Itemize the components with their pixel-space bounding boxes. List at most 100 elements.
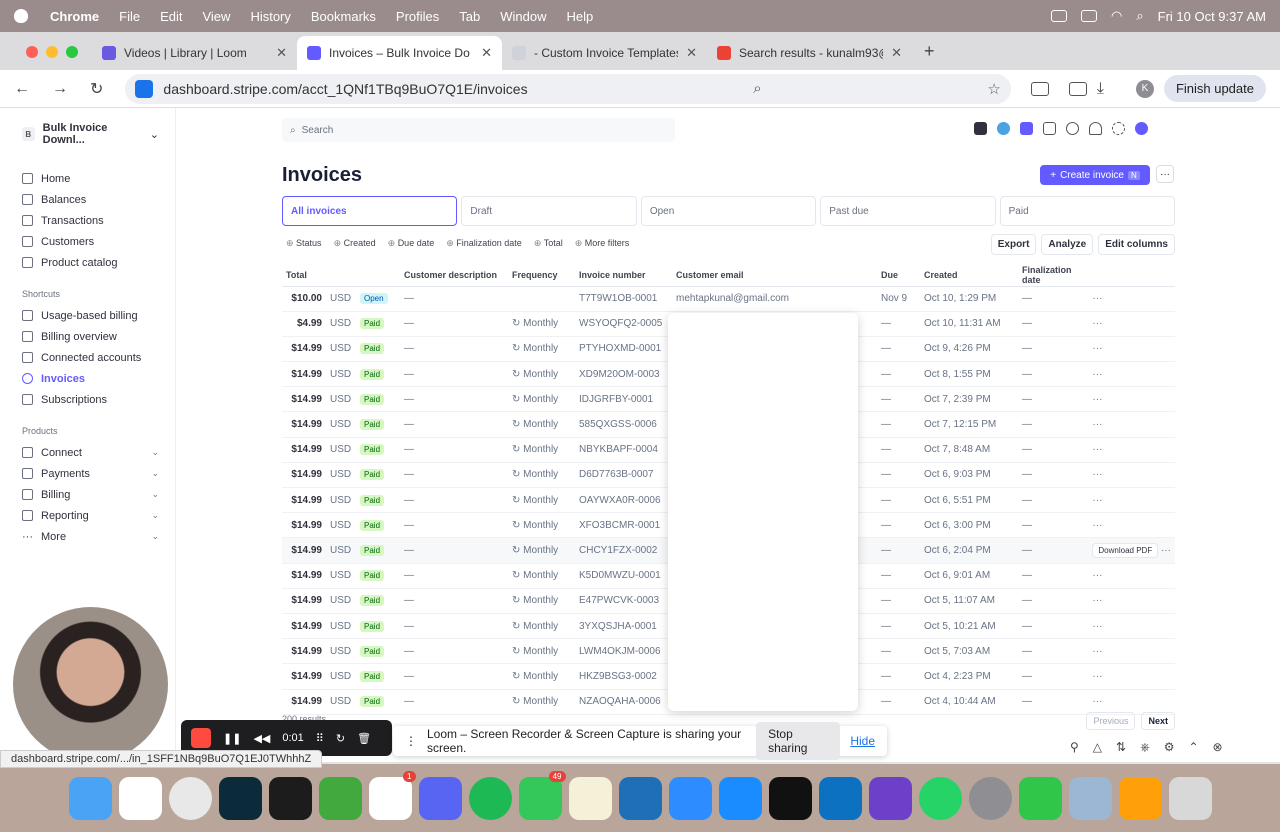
settings-icon[interactable]: ⚙ (1164, 740, 1175, 755)
search-input[interactable]: ⌕ Search (282, 118, 675, 142)
search-icon[interactable]: ⌕ (1136, 8, 1143, 24)
wifi-icon[interactable]: ◠ (1111, 8, 1122, 24)
more-options-button[interactable]: ··· (1156, 165, 1174, 183)
download-pdf-button[interactable]: Download PDF (1092, 542, 1159, 558)
app-store-icon[interactable] (718, 776, 762, 820)
previous-button[interactable]: Previous (1086, 712, 1136, 730)
close-tab-icon[interactable]: ✕ (276, 45, 287, 61)
col-frequency[interactable]: Frequency (508, 264, 575, 287)
discord-icon[interactable] (418, 776, 462, 820)
app-wave-icon[interactable] (218, 776, 262, 820)
filter-total[interactable]: Total (534, 238, 563, 249)
webhook-icon[interactable]: ⎈ (1140, 740, 1150, 755)
row-overflow-icon[interactable]: ··· (1092, 495, 1102, 506)
account-switcher[interactable]: B Bulk Invoice Downl... ⌄ (22, 122, 175, 146)
menu-history[interactable]: History (250, 9, 290, 24)
sort-icon[interactable]: ⇅ (1116, 740, 1126, 755)
download-icon[interactable]: ⤓ (1097, 80, 1104, 98)
sidebar-item-balances[interactable]: Balances (22, 189, 175, 210)
stop-recording-icon[interactable] (191, 728, 211, 748)
apps-grid-icon[interactable] (1043, 122, 1056, 135)
stop-sharing-button[interactable]: Stop sharing (756, 722, 841, 760)
menu-window[interactable]: Window (500, 9, 546, 24)
col-created[interactable]: Created (920, 264, 1018, 287)
sidebar-item-customers[interactable]: Customers (22, 231, 175, 252)
col-invoice-number[interactable]: Invoice number (575, 264, 672, 287)
binoculars-icon[interactable]: ⚲ (1070, 740, 1079, 755)
row-overflow-icon[interactable]: ··· (1092, 469, 1102, 480)
col-total[interactable]: Total (282, 264, 326, 287)
col-due[interactable]: Due (877, 264, 920, 287)
back-icon[interactable]: ← (14, 80, 30, 98)
collapse-icon[interactable]: ⌃ (1188, 740, 1198, 755)
chrome-icon[interactable] (168, 776, 212, 820)
analyze-button[interactable]: Analyze (1041, 234, 1094, 255)
row-overflow-icon[interactable]: ··· (1092, 696, 1102, 707)
tab-all-invoices[interactable]: All invoices (282, 196, 458, 226)
restart-icon[interactable]: ↻ (336, 732, 345, 745)
menu-bookmarks[interactable]: Bookmarks (311, 9, 376, 24)
row-overflow-icon[interactable]: ··· (1092, 394, 1102, 405)
settings-gear-icon[interactable] (1112, 122, 1125, 135)
export-button[interactable]: Export (990, 234, 1037, 255)
row-overflow-icon[interactable]: ··· (1092, 343, 1102, 354)
site-info-icon[interactable] (135, 79, 154, 98)
filter-due-date[interactable]: Due date (388, 238, 435, 249)
whatsapp-icon[interactable] (918, 776, 962, 820)
row-overflow-icon[interactable]: ··· (1092, 595, 1102, 606)
notifications-icon[interactable] (1089, 122, 1102, 135)
col-customer-email[interactable]: Customer email (672, 264, 877, 287)
menu-view[interactable]: View (202, 9, 230, 24)
tab-draft[interactable]: Draft (461, 196, 637, 226)
screen-icon[interactable] (1051, 10, 1067, 22)
close-tab-icon[interactable]: ✕ (686, 45, 697, 61)
sidebar-item-payments[interactable]: Payments ⌄ (22, 463, 175, 484)
menu-profiles[interactable]: Profiles (396, 9, 439, 24)
tab-loom[interactable]: Videos | Library | Loom ✕ (92, 36, 297, 70)
zoom-window-icon[interactable] (66, 46, 78, 58)
close-icon[interactable]: ⊗ (1213, 740, 1223, 755)
help-icon[interactable] (1066, 122, 1079, 135)
drag-handle-icon[interactable]: ⠿ (316, 732, 324, 745)
tab-invoices[interactable]: Invoices – Bulk Invoice Do ✕ (297, 36, 502, 70)
next-button[interactable]: Next (1141, 712, 1175, 730)
pages-icon[interactable] (1118, 776, 1162, 820)
menu-help[interactable]: Help (567, 9, 594, 24)
preview-icon[interactable] (1068, 776, 1112, 820)
rewind-icon[interactable]: ◀◀ (253, 732, 270, 745)
apple-icon[interactable] (14, 9, 28, 23)
github-desktop-icon[interactable] (868, 776, 912, 820)
row-overflow-icon[interactable]: ··· (1092, 646, 1102, 657)
edit-columns-button[interactable]: Edit columns (1098, 234, 1175, 255)
zoom-app-icon[interactable] (668, 776, 712, 820)
row-overflow-icon[interactable]: ··· (1092, 318, 1102, 329)
close-window-icon[interactable] (26, 46, 38, 58)
menu-app-name[interactable]: Chrome (50, 9, 99, 24)
app-stack-icon[interactable] (1020, 122, 1033, 135)
sidebar-item-product-catalog[interactable]: Product catalog (22, 252, 175, 273)
battery-icon[interactable] (1081, 10, 1097, 22)
pause-icon[interactable]: ❚❚ (223, 732, 241, 745)
zoom-icon[interactable]: ⌕ (753, 80, 761, 97)
tab-open[interactable]: Open (640, 196, 817, 226)
hide-banner-link[interactable]: Hide (850, 734, 875, 748)
col-customer-description[interactable]: Customer description (400, 264, 508, 287)
close-tab-icon[interactable]: ✕ (891, 45, 902, 61)
filter-more[interactable]: More filters (575, 238, 630, 249)
create-invoice-button[interactable]: + Create invoice N (1040, 165, 1150, 185)
sidebar-item-transactions[interactable]: Transactions (22, 210, 175, 231)
trash-icon[interactable]: 🗑 (357, 732, 371, 745)
notes-icon[interactable] (568, 776, 612, 820)
row-overflow-icon[interactable]: ··· (1092, 520, 1102, 531)
filter-created[interactable]: Created (334, 238, 376, 249)
filter-status[interactable]: Status (286, 238, 322, 249)
menubar-datetime[interactable]: Fri 10 Oct 9:37 AM (1158, 9, 1266, 24)
app-layers-icon[interactable] (268, 776, 312, 820)
tab-past-due[interactable]: Past due (820, 196, 996, 226)
messages-icon[interactable]: 49 (518, 770, 566, 820)
numbers-icon[interactable] (1018, 776, 1062, 820)
close-tab-icon[interactable]: ✕ (481, 45, 492, 61)
finish-update-button[interactable]: Finish update (1163, 75, 1266, 102)
sidebar-item-billing-overview[interactable]: Billing overview (22, 326, 175, 347)
minimize-window-icon[interactable] (46, 46, 58, 58)
